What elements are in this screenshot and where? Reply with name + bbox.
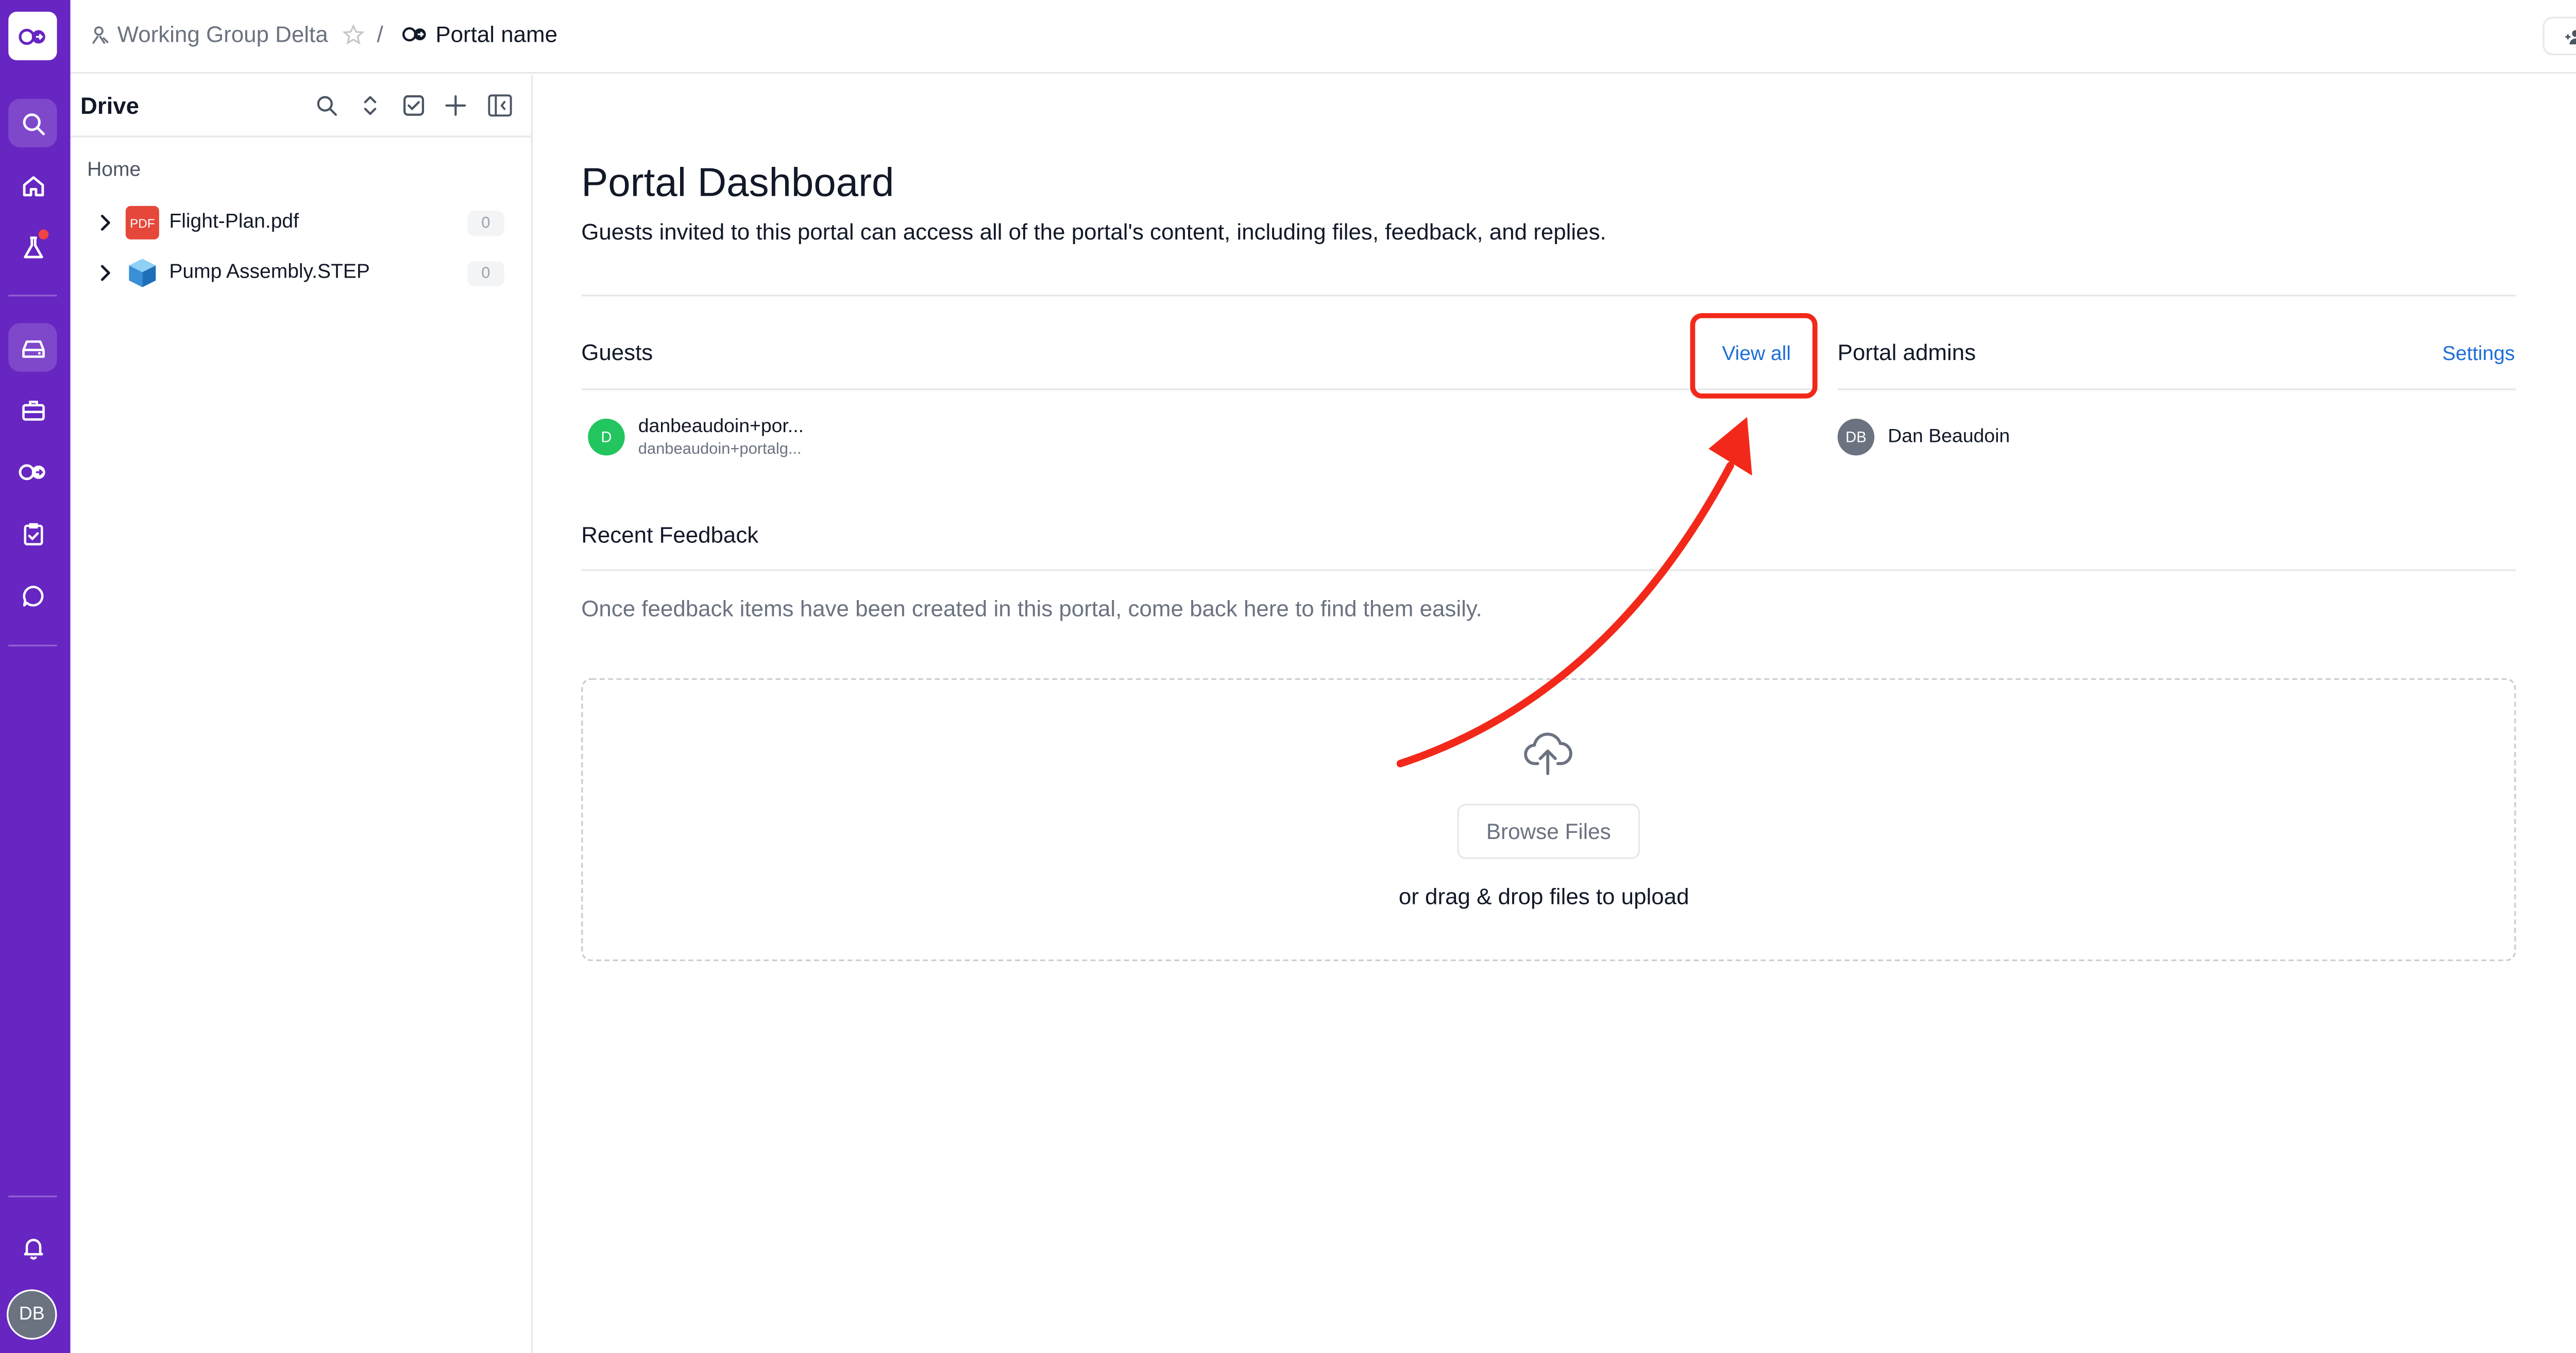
search-icon	[317, 96, 337, 116]
app-rail: DB	[0, 0, 71, 1353]
rail-portals-button[interactable]	[8, 447, 57, 495]
cube-3d-model-icon	[129, 259, 156, 287]
guests-heading: Guests	[581, 340, 653, 365]
rail-divider	[8, 295, 57, 297]
user-avatar[interactable]: DB	[7, 1289, 57, 1340]
add-person-icon	[2565, 29, 2576, 44]
cloud-upload-icon	[1524, 732, 1572, 776]
checkbox-icon	[403, 95, 425, 116]
rail-search-button[interactable]	[8, 98, 57, 148]
home-icon	[22, 175, 43, 196]
admin-settings-link[interactable]: Settings	[2442, 341, 2515, 365]
rail-divider	[8, 644, 57, 647]
workspace-person-icon	[92, 25, 109, 43]
chevron-right-icon[interactable]	[97, 213, 114, 233]
view-all-guests-link[interactable]: View all	[1722, 341, 1791, 365]
tree-item-label: Flight-Plan.pdf	[169, 209, 299, 233]
portal-name: Portal name	[435, 22, 558, 47]
clipboard-check-icon	[23, 522, 42, 545]
drive-sort-button[interactable]	[357, 92, 384, 119]
top-bar: Working Group Delta / Portal name 2	[70, 0, 2576, 74]
plus-icon	[445, 95, 466, 116]
drive-collapse-button[interactable]	[486, 92, 513, 119]
browse-files-button[interactable]: Browse Files	[1457, 803, 1640, 859]
tree-item-count: 0	[467, 211, 504, 236]
app-window: DB Working Group Delta / Portal name Dri…	[0, 0, 2576, 1353]
breadcrumb-portal[interactable]: Portal name	[402, 22, 557, 47]
drive-search-button[interactable]	[313, 92, 340, 119]
guest-name[interactable]: danbeaudoin+por...	[638, 417, 804, 437]
tree-item-count: 0	[467, 261, 504, 286]
collapse-panel-icon	[487, 94, 511, 117]
tree-item-label: Pump Assembly.STEP	[169, 259, 370, 283]
portal-admins-heading: Portal admins	[1837, 340, 1976, 365]
drive-title: Drive	[80, 92, 139, 119]
workspace-name: Working Group Delta	[117, 22, 328, 47]
breadcrumb-workspace[interactable]: Working Group Delta	[91, 22, 328, 47]
recent-feedback-heading: Recent Feedback	[581, 522, 759, 548]
feedback-divider	[581, 569, 2516, 571]
tree-item-flight-plan[interactable]: PDF Flight-Plan.pdf 0	[71, 201, 531, 245]
search-icon	[22, 112, 44, 134]
pdf-file-icon: PDF	[125, 205, 159, 239]
tree-item-pump-assembly[interactable]: Pump Assembly.STEP 0	[71, 251, 531, 295]
guests-divider	[581, 388, 1819, 390]
drag-drop-hint: or drag & drop files to upload	[1398, 884, 1689, 910]
page-title: Portal Dashboard	[581, 161, 894, 206]
app-logo[interactable]	[8, 11, 57, 61]
rail-drive-button[interactable]	[8, 323, 57, 372]
portal-logo-icon	[18, 28, 45, 44]
rail-notifications-button[interactable]	[8, 1222, 57, 1271]
portal-icon	[402, 27, 426, 42]
chat-bubble-icon	[22, 585, 43, 606]
rail-lab-button[interactable]	[8, 222, 57, 271]
sort-chevrons-icon	[364, 96, 377, 115]
star-icon	[342, 24, 365, 45]
drive-add-button[interactable]	[442, 92, 469, 119]
chevron-right-icon[interactable]	[97, 263, 114, 283]
drive-select-button[interactable]	[400, 92, 427, 119]
admin-avatar: DB	[1837, 418, 1875, 456]
drive-panel: Drive Home PDF Flight-Plan.pdf 0 Pump As…	[70, 75, 533, 1353]
drive-icon	[21, 339, 44, 357]
notification-dot	[38, 229, 49, 239]
rail-divider	[8, 1195, 57, 1197]
admin-name: Dan Beaudoin	[1888, 427, 2010, 448]
guest-email: danbeaudoin+portalg...	[638, 440, 802, 459]
drive-home-label[interactable]: Home	[87, 158, 141, 181]
share-members-button[interactable]: 2	[2543, 16, 2576, 56]
admins-divider	[1837, 388, 2516, 390]
portal-icon	[18, 463, 45, 479]
rail-toolbox-button[interactable]	[8, 385, 57, 434]
feedback-empty-message: Once feedback items have been created in…	[581, 596, 1482, 622]
rail-tasks-button[interactable]	[8, 509, 57, 557]
rail-home-button[interactable]	[8, 161, 57, 209]
briefcase-icon	[21, 400, 44, 420]
favorite-star[interactable]	[342, 24, 372, 47]
page-subtitle: Guests invited to this portal can access…	[581, 219, 1606, 245]
rail-messages-button[interactable]	[8, 571, 57, 620]
breadcrumb-separator: /	[377, 22, 383, 47]
guest-avatar: D	[588, 418, 625, 456]
divider	[581, 295, 2516, 297]
drive-header: Drive	[70, 75, 531, 138]
bell-icon	[23, 1238, 42, 1259]
